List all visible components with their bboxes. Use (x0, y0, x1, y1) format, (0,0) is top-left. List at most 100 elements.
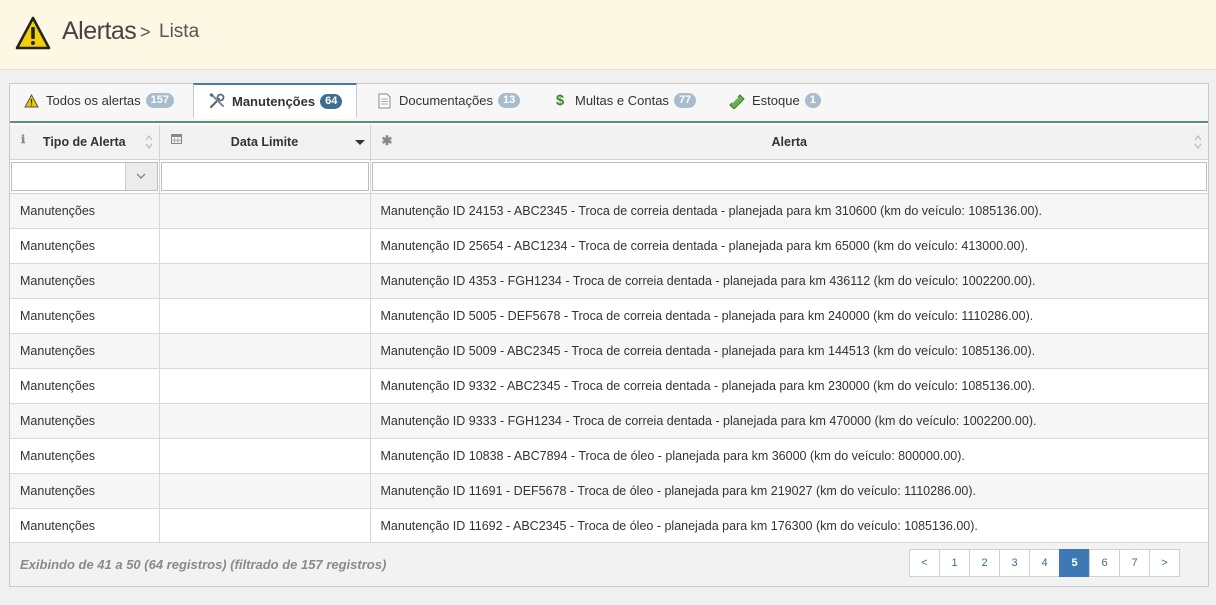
column-label: Tipo de Alerta (42, 134, 126, 149)
page-button[interactable]: 7 (1119, 549, 1150, 577)
cell-data-limite (159, 403, 371, 439)
cell-data-limite (159, 193, 371, 229)
table-row[interactable]: Manutenções Manutenção ID 5005 - DEF5678 … (10, 298, 1208, 334)
page-header: Alertas > Lista (0, 0, 1216, 70)
tab-count-badge: 64 (320, 93, 343, 109)
cell-tipo: Manutenções (10, 438, 160, 474)
chevron-down-icon[interactable] (124, 162, 157, 190)
cell-tipo: Manutenções (10, 193, 160, 229)
warning-icon (15, 16, 51, 50)
warning-icon (22, 92, 40, 110)
tab-documentacoes[interactable]: Documentações 13 (375, 84, 521, 117)
table-row[interactable]: Manutenções Manutenção ID 9332 - ABC2345 … (10, 368, 1208, 404)
cell-alerta: Manutenção ID 25654 - ABC1234 - Troca de… (370, 228, 1208, 264)
sort-icon (145, 135, 152, 149)
calendar-icon (170, 133, 182, 147)
tab-count-badge: 157 (145, 93, 175, 108)
cell-tipo: Manutenções (10, 368, 160, 404)
cell-alerta: Manutenção ID 9333 - FGH1234 - Troca de … (370, 403, 1208, 439)
table-row[interactable]: Manutenções Manutenção ID 24153 - ABC2345… (10, 193, 1208, 229)
table-row[interactable]: Manutenções Manutenção ID 4353 - FGH1234 … (10, 263, 1208, 299)
filter-cell-data-limite (159, 159, 371, 194)
page-button[interactable]: 3 (999, 549, 1030, 577)
pagination-info: Exibindo de 41 a 50 (64 registros) (filt… (20, 557, 387, 572)
cell-tipo: Manutenções (10, 263, 160, 299)
page-title: Alertas (62, 17, 137, 45)
alerts-panel: Todos os alertas 157 Manutenções 64 Docu… (9, 83, 1209, 587)
alerta-filter-input[interactable] (371, 161, 1207, 191)
table-row[interactable]: Manutenções Manutenção ID 10838 - ABC7894… (10, 438, 1208, 474)
table-row[interactable]: Manutenções Manutenção ID 5009 - ABC2345 … (10, 333, 1208, 369)
table-footer: Exibindo de 41 a 50 (64 registros) (filt… (10, 542, 1208, 586)
tab-label: Manutenções (232, 93, 316, 109)
info-icon: ℹ (21, 134, 26, 146)
page-button[interactable]: 4 (1029, 549, 1060, 577)
page-button[interactable]: 6 (1089, 549, 1120, 577)
tab-count-badge: 77 (673, 93, 697, 108)
asterisk-icon: ✱ (381, 133, 393, 148)
table-row[interactable]: Manutenções Manutenção ID 25654 - ABC1234… (10, 228, 1208, 264)
tab-estoque[interactable]: Estoque 1 (728, 84, 821, 117)
cell-tipo: Manutenções (10, 508, 160, 544)
tipo-filter-select[interactable] (11, 161, 158, 191)
filter-cell-alerta (370, 159, 1208, 194)
cell-data-limite (159, 438, 371, 474)
cell-alerta: Manutenção ID 10838 - ABC7894 - Troca de… (370, 438, 1208, 474)
cell-tipo: Manutenções (10, 298, 160, 334)
page-button[interactable]: 5 (1059, 549, 1090, 577)
breadcrumb-separator: > (140, 22, 151, 42)
sort-icon (1194, 135, 1202, 149)
cell-tipo: Manutenções (10, 403, 160, 439)
cell-data-limite (159, 333, 371, 369)
column-header-data-limite[interactable]: Data Limite (159, 125, 371, 160)
next-page-button[interactable]: > (1149, 549, 1180, 577)
table-row[interactable]: Manutenções Manutenção ID 11691 - DEF5678… (10, 473, 1208, 509)
table-row[interactable]: Manutenções Manutenção ID 11692 - ABC2345… (10, 508, 1208, 544)
prev-page-button[interactable]: < (909, 549, 940, 577)
tab-count-badge: 13 (497, 93, 521, 108)
breadcrumb-current: Lista (159, 21, 200, 42)
cell-data-limite (159, 263, 371, 299)
cell-alerta: Manutenção ID 9332 - ABC2345 - Troca de … (370, 368, 1208, 404)
cell-data-limite (159, 368, 371, 404)
dollar-icon: $ (555, 92, 565, 109)
cell-tipo: Manutenções (10, 228, 160, 264)
column-header-tipo[interactable]: ℹ Tipo de Alerta (10, 125, 160, 160)
cell-alerta: Manutenção ID 11691 - DEF5678 - Troca de… (370, 473, 1208, 509)
tab-multas-contas[interactable]: $ Multas e Contas 77 (551, 84, 697, 117)
cell-alerta: Manutenção ID 5009 - ABC2345 - Troca de … (370, 333, 1208, 369)
tab-label: Estoque (752, 93, 800, 108)
cell-alerta: Manutenção ID 4353 - FGH1234 - Troca de … (370, 263, 1208, 299)
column-label: Data Limite (230, 134, 299, 149)
cell-data-limite (159, 228, 371, 264)
tab-todos-alertas[interactable]: Todos os alertas 157 (22, 84, 175, 117)
alerts-table: ℹ Tipo de Alerta Data Limite ✱ Alerta Ma… (10, 125, 1208, 544)
tab-label: Multas e Contas (575, 93, 669, 108)
cell-alerta: Manutenção ID 5005 - DEF5678 - Troca de … (370, 298, 1208, 334)
cell-tipo: Manutenções (10, 333, 160, 369)
tab-bar: Todos os alertas 157 Manutenções 64 Docu… (10, 83, 1208, 123)
page-button[interactable]: 1 (939, 549, 970, 577)
document-icon (375, 92, 393, 110)
sort-desc-icon (354, 140, 365, 145)
cell-data-limite (159, 298, 371, 334)
page-button[interactable]: 2 (969, 549, 1000, 577)
column-label: Alerta (771, 134, 807, 149)
tab-count-badge: 1 (804, 93, 821, 108)
table-body: Manutenções Manutenção ID 24153 - ABC2345… (10, 193, 1208, 544)
tools-icon (208, 92, 226, 110)
pagination: <1 2 3 4 5 6 7 > (909, 549, 1180, 577)
cell-alerta: Manutenção ID 24153 - ABC2345 - Troca de… (370, 193, 1208, 229)
table-row[interactable]: Manutenções Manutenção ID 9333 - FGH1234 … (10, 403, 1208, 439)
tab-label: Documentações (399, 93, 493, 108)
cell-data-limite (159, 473, 371, 509)
stock-icon (728, 92, 746, 110)
cell-tipo: Manutenções (10, 473, 160, 509)
filter-cell-tipo (10, 159, 160, 194)
tab-manutencoes[interactable]: Manutenções 64 (193, 83, 358, 119)
tab-label: Todos os alertas (46, 93, 141, 108)
column-header-alerta[interactable]: ✱ Alerta (370, 125, 1208, 160)
cell-alerta: Manutenção ID 11692 - ABC2345 - Troca de… (370, 508, 1208, 544)
cell-data-limite (159, 508, 371, 544)
data-limite-filter-input[interactable] (160, 161, 369, 191)
